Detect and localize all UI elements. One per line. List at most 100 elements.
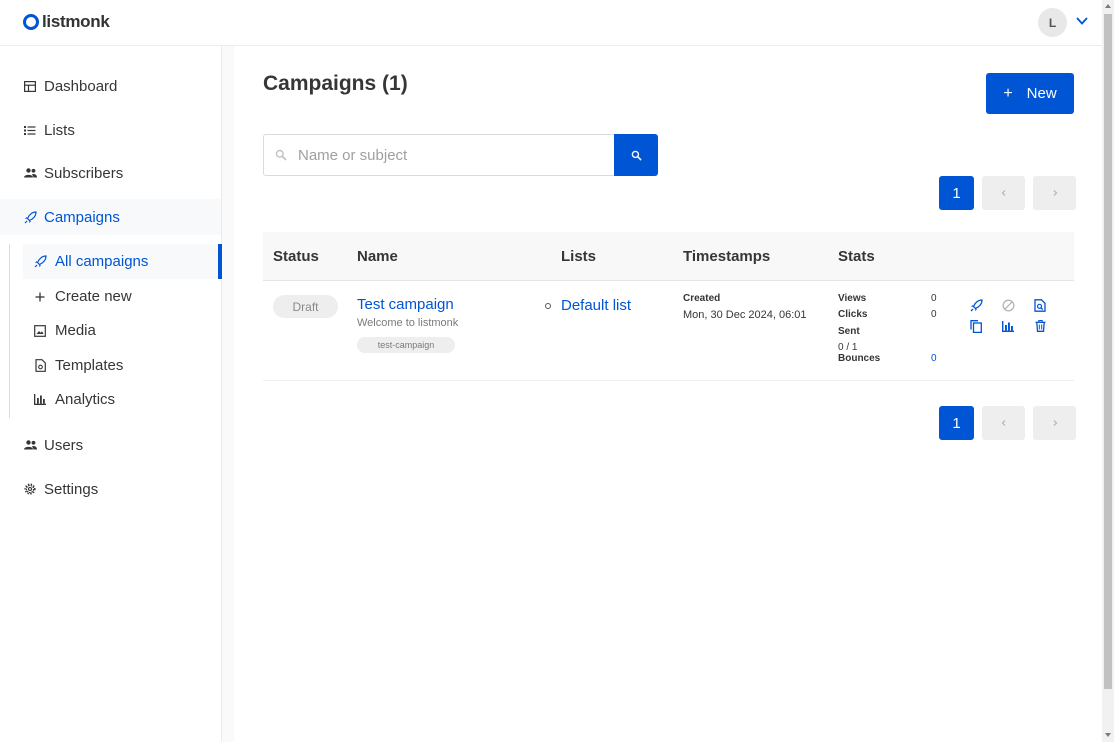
scroll-up-arrow-icon[interactable] [1105, 4, 1111, 8]
people-icon [23, 166, 37, 180]
list-link-default[interactable]: Default list [561, 297, 631, 314]
vertical-scrollbar[interactable] [1102, 0, 1114, 742]
logo-icon [23, 14, 39, 30]
file-icon [33, 359, 47, 373]
subnav-item-label: Create new [55, 288, 132, 305]
sidebar-item-label: Users [44, 436, 84, 454]
clicks-label: Clicks [838, 309, 868, 320]
subnav-item-media[interactable]: Media [23, 313, 222, 348]
created-timestamp: Mon, 30 Dec 2024, 06:01 [683, 309, 807, 321]
scroll-down-arrow-icon[interactable] [1105, 733, 1111, 737]
chevron-right-icon [1053, 190, 1057, 196]
sent-value: 0 / 1 [838, 342, 858, 353]
table-header: Status Name Lists Timestamps Stats [263, 232, 1074, 281]
column-header-name[interactable]: Name [357, 248, 398, 265]
rocket-icon [970, 298, 983, 311]
analytics-icon [1002, 320, 1014, 332]
bounces-link[interactable]: 0 [931, 353, 937, 364]
page-button-current[interactable]: 1 [939, 176, 974, 210]
pagination-top: 1 [939, 176, 1076, 210]
sidebar-item-label: Settings [44, 480, 99, 498]
pagination-bottom: 1 [939, 406, 1076, 440]
views-value: 0 [931, 293, 937, 304]
search-icon [631, 150, 642, 161]
table-row: Draft Test campaign Welcome to listmonk … [263, 281, 1074, 381]
sent-label: Sent [838, 326, 860, 337]
start-campaign-button[interactable] [969, 298, 983, 312]
people-icon [23, 438, 37, 452]
campaign-tag: test-campaign [357, 337, 455, 353]
search-field [263, 134, 615, 176]
prev-page-button[interactable] [982, 176, 1025, 210]
app-name: listmonk [42, 12, 110, 31]
column-header-status[interactable]: Status [273, 248, 319, 265]
chevron-right-icon [1053, 420, 1057, 426]
prev-page-button[interactable] [982, 406, 1025, 440]
status-badge: Draft [273, 295, 338, 318]
scrollbar-thumb[interactable] [1104, 14, 1112, 689]
page-button-current[interactable]: 1 [939, 406, 974, 440]
new-campaign-button[interactable]: + New [986, 73, 1074, 114]
new-button-label: New [1026, 85, 1057, 102]
created-label: Created [683, 293, 721, 304]
next-page-button[interactable] [1033, 176, 1076, 210]
sidebar-item-label: Campaigns [44, 208, 120, 226]
image-icon [33, 324, 47, 338]
rocket-icon [23, 210, 37, 224]
sidebar-item-subscribers[interactable]: Subscribers [0, 155, 221, 191]
next-page-button[interactable] [1033, 406, 1076, 440]
column-header-stats: Stats [838, 248, 875, 265]
subnav-item-create-new[interactable]: Create new [23, 279, 222, 314]
clicks-value: 0 [931, 309, 937, 320]
user-avatar[interactable]: L [1038, 8, 1067, 37]
views-label: Views [838, 293, 867, 304]
plus-icon: + [1003, 84, 1013, 102]
subnav-item-label: Media [55, 322, 96, 339]
clone-icon [970, 319, 982, 333]
sidebar-item-settings[interactable]: Settings [0, 471, 221, 507]
sidebar: Dashboard Lists Subscribers Campaigns Al… [0, 46, 222, 742]
delete-campaign-button[interactable] [1033, 319, 1047, 333]
campaign-subject: Welcome to listmonk [357, 317, 459, 329]
search-input[interactable] [298, 135, 608, 175]
list-bullet [545, 303, 551, 309]
preview-icon [1034, 298, 1046, 312]
gear-icon [23, 482, 37, 496]
sidebar-item-dashboard[interactable]: Dashboard [0, 68, 221, 104]
column-header-timestamps[interactable]: Timestamps [683, 248, 770, 265]
top-navbar: listmonk L [0, 0, 1102, 46]
app-logo[interactable]: listmonk [23, 12, 110, 32]
content-gutter [222, 46, 234, 742]
list-icon [23, 123, 37, 137]
sidebar-item-lists[interactable]: Lists [0, 112, 221, 148]
sidebar-item-label: Subscribers [44, 164, 124, 182]
subnav-item-analytics[interactable]: Analytics [23, 382, 222, 417]
cancel-campaign-button[interactable] [1001, 298, 1015, 312]
subnav-item-label: All campaigns [55, 253, 149, 270]
chevron-left-icon [1001, 190, 1005, 196]
search-button[interactable] [614, 134, 658, 176]
sidebar-item-users[interactable]: Users [0, 427, 221, 463]
sidebar-item-label: Lists [44, 121, 75, 139]
trash-icon [1035, 320, 1045, 332]
subnav-item-label: Templates [55, 357, 124, 374]
clone-campaign-button[interactable] [969, 319, 983, 333]
sidebar-item-campaigns[interactable]: Campaigns [0, 199, 221, 235]
bounces-label: Bounces [838, 353, 881, 364]
dashboard-icon [23, 79, 37, 93]
chevron-left-icon [1001, 420, 1005, 426]
campaign-name-link[interactable]: Test campaign [357, 296, 454, 313]
column-header-lists: Lists [561, 248, 597, 265]
rocket-icon [33, 255, 47, 269]
campaigns-subnav: All campaigns Create new Media Templates… [9, 244, 222, 418]
cancel-icon [1002, 299, 1014, 311]
search-icon [275, 149, 287, 161]
chart-icon [33, 393, 47, 407]
plus-icon [33, 290, 47, 304]
campaign-analytics-button[interactable] [1001, 319, 1015, 333]
subnav-item-all-campaigns[interactable]: All campaigns [23, 244, 222, 279]
page-title: Campaigns (1) [263, 72, 408, 95]
chevron-down-icon[interactable] [1075, 14, 1089, 28]
subnav-item-templates[interactable]: Templates [23, 348, 222, 383]
preview-campaign-button[interactable] [1033, 298, 1047, 312]
